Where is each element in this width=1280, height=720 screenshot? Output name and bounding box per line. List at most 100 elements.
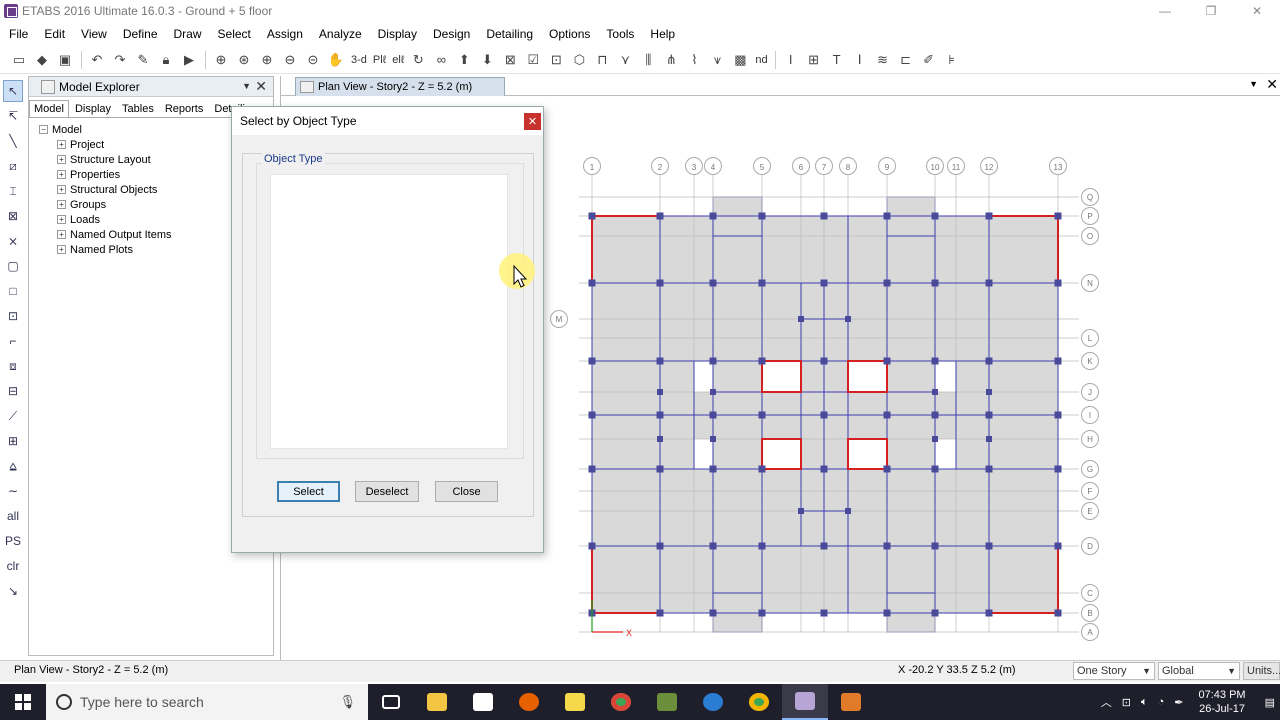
- menu-options[interactable]: Options: [541, 24, 598, 44]
- reshape-icon[interactable]: ↸: [3, 105, 23, 127]
- edge-icon[interactable]: [690, 684, 736, 720]
- excel-app-icon[interactable]: [644, 684, 690, 720]
- stress-icon[interactable]: ⩛: [706, 49, 728, 71]
- expand-icon[interactable]: +: [57, 200, 66, 209]
- notifications-icon[interactable]: ▤: [1265, 696, 1275, 709]
- view-3d-button[interactable]: 3-d: [348, 54, 370, 66]
- run-analysis-icon[interactable]: ▶: [178, 49, 200, 71]
- draw-point-icon[interactable]: ⊡: [3, 305, 23, 327]
- dialog-close-icon[interactable]: ✕: [524, 113, 541, 130]
- redo-icon[interactable]: ↷: [109, 49, 131, 71]
- menu-tools[interactable]: Tools: [598, 24, 642, 44]
- tab-display[interactable]: Display: [70, 100, 116, 117]
- menu-design[interactable]: Design: [425, 24, 478, 44]
- column-section-icon[interactable]: Ⅰ: [849, 49, 871, 71]
- lock-icon[interactable]: 🔒︎: [155, 49, 177, 71]
- zoom-in-icon[interactable]: ⊕: [256, 49, 278, 71]
- select-button[interactable]: Select: [277, 481, 340, 502]
- task-view-icon[interactable]: [368, 684, 414, 720]
- zoom-window-icon[interactable]: ⊕: [210, 49, 232, 71]
- expand-icon[interactable]: +: [57, 245, 66, 254]
- chevron-up-icon[interactable]: ︿: [1101, 694, 1112, 710]
- expand-icon[interactable]: +: [57, 155, 66, 164]
- draw-line-icon[interactable]: ╲: [3, 130, 23, 152]
- menu-analyze[interactable]: Analyze: [311, 24, 370, 44]
- restore-button[interactable]: ❐: [1188, 0, 1234, 22]
- draw-wave-icon[interactable]: ∼: [3, 480, 23, 502]
- network-icon[interactable]: ⊡: [1122, 696, 1131, 709]
- elevation-view-button[interactable]: elℓ: [389, 54, 407, 66]
- draw-rectangle-icon[interactable]: □: [3, 280, 23, 302]
- object-shrink-icon[interactable]: ⊠: [499, 49, 521, 71]
- chrome-icon-2[interactable]: [736, 684, 782, 720]
- microphone-icon[interactable]: 🎙︎: [339, 694, 356, 710]
- store-icon[interactable]: [460, 684, 506, 720]
- coord-system-dropdown[interactable]: Global ▼: [1158, 662, 1240, 680]
- previous-selection-button[interactable]: PS: [3, 530, 23, 552]
- forces-icon[interactable]: ⌇: [683, 49, 705, 71]
- pencil-icon[interactable]: ✎: [132, 49, 154, 71]
- support-icon[interactable]: ⋎: [614, 49, 636, 71]
- display-undeformed-icon[interactable]: ⬡: [568, 49, 590, 71]
- draw-beam-icon[interactable]: ⧄: [3, 155, 23, 177]
- etabs-taskbar-icon[interactable]: [782, 684, 828, 720]
- draw-wall-icon[interactable]: ⌐: [3, 330, 23, 352]
- open-model-icon[interactable]: ◆: [31, 49, 53, 71]
- start-button[interactable]: [0, 684, 46, 720]
- draw-opening-icon[interactable]: ⊟: [3, 380, 23, 402]
- firefox-icon[interactable]: [506, 684, 552, 720]
- expand-icon[interactable]: +: [57, 140, 66, 149]
- expand-icon[interactable]: +: [57, 230, 66, 239]
- volume-icon[interactable]: 🔈︎: [1141, 696, 1148, 709]
- text-cursor-icon[interactable]: I: [780, 49, 802, 71]
- set-display-options-icon[interactable]: ☑: [522, 49, 544, 71]
- zoom-previous-icon[interactable]: ⊝: [302, 49, 324, 71]
- draw-link-icon[interactable]: ⟋: [3, 405, 23, 427]
- menu-help[interactable]: Help: [642, 24, 683, 44]
- menu-display[interactable]: Display: [370, 24, 425, 44]
- save-icon[interactable]: ▣: [54, 49, 76, 71]
- loads-icon[interactable]: ⫼: [637, 49, 659, 71]
- draw-column-icon[interactable]: ⌶: [3, 180, 23, 202]
- plan-view-button[interactable]: Plℓ: [370, 54, 389, 66]
- menu-edit[interactable]: Edit: [36, 24, 73, 44]
- select-all-button[interactable]: all: [3, 505, 23, 527]
- recorder-icon[interactable]: [828, 684, 874, 720]
- expand-icon[interactable]: +: [57, 185, 66, 194]
- menu-view[interactable]: View: [73, 24, 115, 44]
- frame-icon[interactable]: ⊓: [591, 49, 613, 71]
- expand-icon[interactable]: +: [57, 170, 66, 179]
- section-cut-icon[interactable]: ⊞: [803, 49, 825, 71]
- move-down-icon[interactable]: ⬇: [476, 49, 498, 71]
- nd-button[interactable]: nd: [752, 54, 770, 66]
- clear-selection-button[interactable]: clr: [3, 555, 23, 577]
- menu-define[interactable]: Define: [115, 24, 166, 44]
- close-explorer-icon[interactable]: ✕: [255, 78, 267, 95]
- color-icon[interactable]: ✐: [918, 49, 940, 71]
- minimize-button[interactable]: —: [1142, 0, 1188, 22]
- brace-icon[interactable]: ≋: [872, 49, 894, 71]
- tab-reports[interactable]: Reports: [160, 100, 209, 117]
- shell-icon[interactable]: ▩: [729, 49, 751, 71]
- pointer-select-icon[interactable]: ↖: [3, 80, 23, 102]
- close-button[interactable]: Close: [435, 481, 498, 502]
- menu-file[interactable]: File: [0, 24, 36, 44]
- menu-draw[interactable]: Draw: [166, 24, 210, 44]
- undo-icon[interactable]: ↶: [86, 49, 108, 71]
- draw-floor-icon[interactable]: ▢: [3, 255, 23, 277]
- menu-select[interactable]: Select: [210, 24, 259, 44]
- close-window-button[interactable]: ✕: [1234, 0, 1280, 22]
- expand-icon[interactable]: +: [57, 215, 66, 224]
- draw-cross-brace-icon[interactable]: ⨯: [3, 230, 23, 252]
- deformed-shape-icon[interactable]: ⋔: [660, 49, 682, 71]
- pan-icon[interactable]: ✋: [325, 49, 347, 71]
- zoom-extents-icon[interactable]: ⊛: [233, 49, 255, 71]
- draw-tendon-icon[interactable]: ⩠: [3, 455, 23, 477]
- collapse-icon[interactable]: −: [39, 125, 48, 134]
- chrome-icon[interactable]: [598, 684, 644, 720]
- pen-icon[interactable]: ✒: [1174, 696, 1183, 709]
- object-type-listbox[interactable]: [270, 174, 508, 449]
- story-mode-dropdown[interactable]: One Story ▼: [1073, 662, 1155, 680]
- taskbar-clock[interactable]: 07:43 PM 26-Jul-17: [1199, 688, 1246, 716]
- wifi-icon[interactable]: ◔: [1158, 696, 1165, 708]
